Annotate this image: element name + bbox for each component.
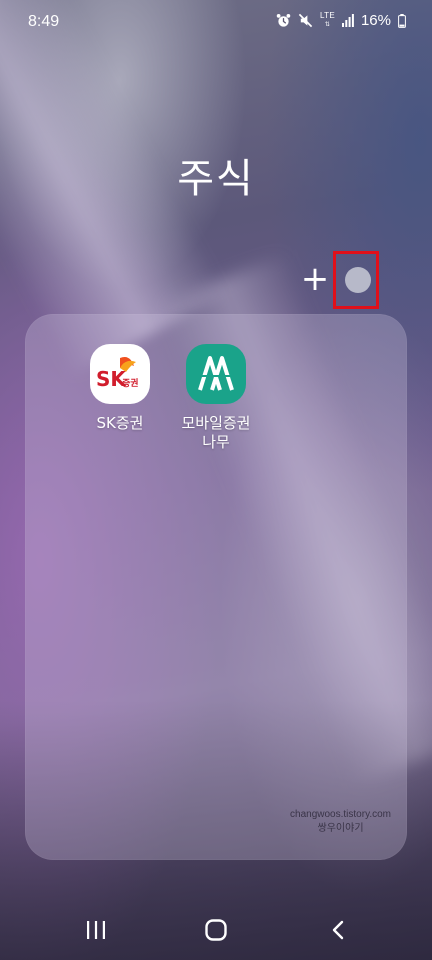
watermark-url: changwoos.tistory.com	[290, 809, 391, 820]
lte-icon: LTE ⇅	[319, 11, 335, 29]
app-label-line: 모바일증권	[181, 414, 251, 432]
watermark: changwoos.tistory.com 쌍우이야기	[290, 808, 391, 836]
alarm-icon	[276, 13, 291, 28]
back-button[interactable]	[318, 918, 358, 946]
home-screen: 8:49 LTE ⇅ 16% 주식 + SK 증권 SK증권 모바일증권 나무 …	[0, 0, 432, 960]
namu-icon	[186, 344, 246, 404]
status-bar: 8:49 LTE ⇅ 16%	[0, 0, 432, 44]
network-label: LTE	[319, 11, 335, 20]
app-label: 모바일증권 나무	[156, 414, 276, 452]
status-icons: LTE ⇅ 16%	[276, 12, 406, 29]
folder-title[interactable]: 주식	[0, 146, 432, 204]
recents-button[interactable]	[76, 918, 116, 946]
mute-icon	[298, 13, 313, 28]
home-button[interactable]	[196, 918, 236, 946]
watermark-name: 쌍우이야기	[317, 823, 364, 834]
home-icon	[205, 919, 227, 945]
battery-percent: 16%	[360, 12, 391, 29]
add-apps-button[interactable]: +	[300, 262, 330, 296]
status-time: 8:49	[28, 13, 60, 30]
sk-securities-icon: SK 증권	[90, 344, 150, 404]
folder-color-button[interactable]	[345, 267, 371, 293]
navigation-bar	[0, 900, 432, 960]
recents-icon	[86, 921, 106, 943]
signal-icon	[341, 14, 354, 27]
app-label-line: 나무	[202, 433, 230, 451]
svg-text:증권: 증권	[122, 377, 139, 389]
folder-panel: SK 증권 SK증권 모바일증권 나무 changwoos.tistory.co…	[25, 314, 407, 860]
app-namu[interactable]: 모바일증권 나무	[156, 344, 276, 452]
back-icon	[331, 920, 345, 944]
battery-icon	[398, 13, 406, 28]
